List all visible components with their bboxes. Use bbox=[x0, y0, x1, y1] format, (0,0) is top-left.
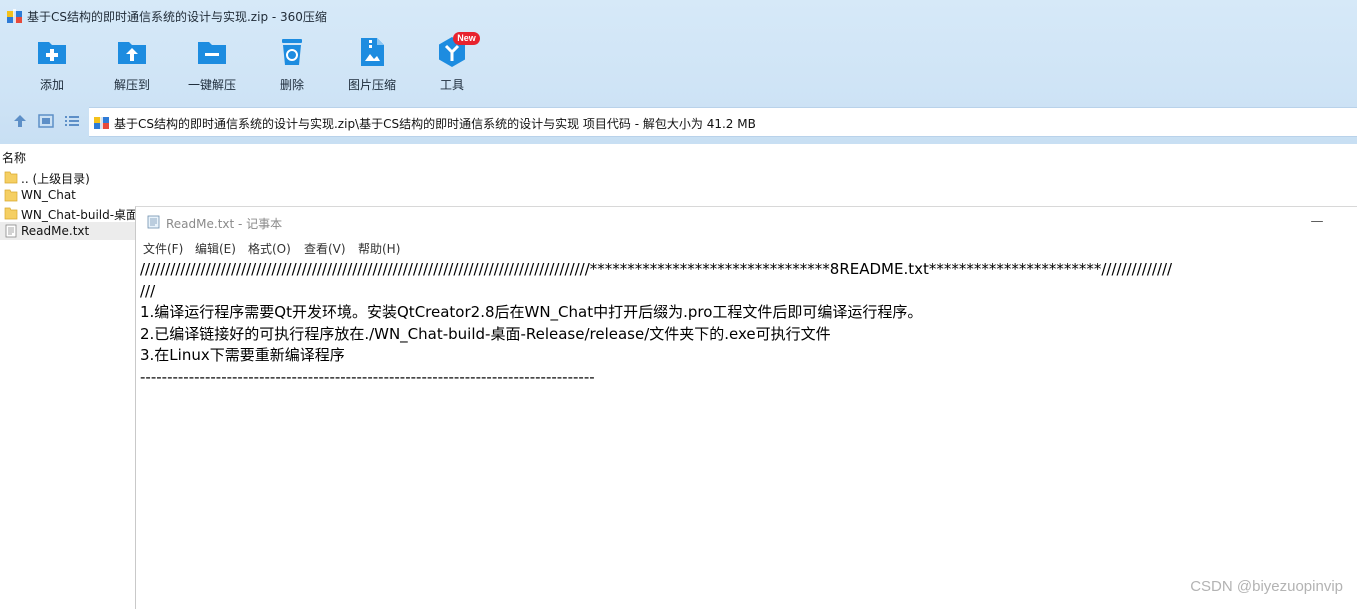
menu-format[interactable]: 格式(O) bbox=[248, 240, 291, 257]
tools-label: 工具 bbox=[439, 78, 464, 92]
title-bar: 基于CS结构的即时通信系统的设计与实现.zip - 360压缩 bbox=[0, 0, 1357, 32]
text-line: /// bbox=[140, 281, 156, 300]
address-bar[interactable]: 基于CS结构的即时通信系统的设计与实现.zip\基于CS结构的即时通信系统的设计… bbox=[89, 107, 1357, 137]
one-click-extract-icon bbox=[198, 42, 226, 64]
image-compress-button[interactable]: 图片压缩 bbox=[332, 36, 412, 93]
text-line: 3.在Linux下需要重新编译程序 bbox=[140, 346, 345, 364]
archive-app-icon bbox=[7, 9, 22, 23]
text-line: ////////////////////////////////////////… bbox=[140, 260, 1173, 278]
up-arrow-icon[interactable] bbox=[11, 112, 29, 130]
minimize-button[interactable]: — bbox=[1306, 211, 1328, 233]
one-click-extract-label: 一键解压 bbox=[187, 78, 236, 92]
menu-help[interactable]: 帮助(H) bbox=[358, 240, 400, 257]
menu-file[interactable]: 文件(F) bbox=[143, 240, 183, 257]
toolbar: 添加 解压到 一键解压 删除 图片压缩 工具 bbox=[0, 36, 1357, 98]
text-file-icon bbox=[5, 224, 17, 238]
file-row-wn-chat[interactable]: WN_Chat bbox=[0, 186, 136, 204]
extract-to-label: 解压到 bbox=[113, 78, 150, 92]
name-column-header[interactable]: 名称 bbox=[0, 148, 1357, 166]
delete-icon bbox=[282, 39, 302, 65]
text-line: ----------------------------------------… bbox=[140, 367, 595, 386]
archive-icon bbox=[94, 115, 109, 129]
extract-to-button[interactable]: 解压到 bbox=[92, 36, 172, 93]
notepad-title-bar[interactable]: ReadMe.txt - 记事本 — bbox=[136, 207, 1357, 237]
one-click-extract-button[interactable]: 一键解压 bbox=[172, 36, 252, 93]
menu-edit[interactable]: 编辑(E) bbox=[195, 240, 236, 257]
window-title: 基于CS结构的即时通信系统的设计与实现.zip - 360压缩 bbox=[27, 10, 327, 24]
file-name: .. (上级目录) bbox=[21, 172, 90, 186]
address-row: 基于CS结构的即时通信系统的设计与实现.zip\基于CS结构的即时通信系统的设计… bbox=[0, 106, 1357, 137]
file-row-parent-dir[interactable]: .. (上级目录) bbox=[0, 168, 136, 186]
folder-icon bbox=[4, 207, 18, 220]
file-list: .. (上级目录) WN_Chat WN_Chat-build-桌面 ReadM… bbox=[0, 168, 136, 240]
text-line: 2.已编译链接好的可执行程序放在./WN_Chat-build-桌面-Relea… bbox=[140, 324, 831, 343]
delete-label: 删除 bbox=[279, 78, 304, 92]
thumbnail-view-icon[interactable] bbox=[37, 112, 55, 130]
tools-button[interactable]: 工具 bbox=[412, 36, 492, 93]
delete-button[interactable]: 删除 bbox=[252, 36, 332, 93]
notepad-title: ReadMe.txt - 记事本 bbox=[166, 217, 283, 231]
csdn-watermark: CSDN @biyezuopinvip bbox=[1190, 578, 1343, 595]
new-badge: New bbox=[453, 32, 480, 45]
menu-view[interactable]: 查看(V) bbox=[304, 240, 346, 257]
add-label: 添加 bbox=[39, 78, 64, 92]
file-row-readme[interactable]: ReadMe.txt bbox=[0, 222, 136, 240]
notepad-menu-bar: 文件(F) 编辑(E) 格式(O) 查看(V) 帮助(H) bbox=[136, 238, 1357, 258]
folder-icon bbox=[4, 189, 18, 202]
file-name: ReadMe.txt bbox=[21, 224, 90, 238]
folder-icon bbox=[4, 171, 18, 184]
file-name: WN_Chat bbox=[21, 188, 76, 202]
list-view-icon[interactable] bbox=[63, 112, 81, 130]
image-compress-icon bbox=[361, 38, 384, 66]
file-row-wn-chat-build[interactable]: WN_Chat-build-桌面 bbox=[0, 204, 136, 222]
app-header: 基于CS结构的即时通信系统的设计与实现.zip - 360压缩 添加 解压到 一… bbox=[0, 0, 1357, 144]
add-button[interactable]: 添加 bbox=[12, 36, 92, 93]
extract-to-icon bbox=[118, 42, 146, 64]
address-path: 基于CS结构的即时通信系统的设计与实现.zip\基于CS结构的即时通信系统的设计… bbox=[114, 117, 756, 131]
text-line: 1.编译运行程序需要Qt开发环境。安装QtCreator2.8后在WN_Chat… bbox=[140, 303, 923, 321]
name-column-label: 名称 bbox=[2, 151, 27, 165]
image-compress-label: 图片压缩 bbox=[347, 78, 396, 92]
notepad-window: ReadMe.txt - 记事本 — 文件(F) 编辑(E) 格式(O) 查看(… bbox=[135, 206, 1357, 609]
file-name: WN_Chat-build-桌面 bbox=[21, 208, 136, 222]
notepad-icon bbox=[147, 215, 160, 229]
add-icon bbox=[38, 42, 66, 64]
notepad-text-area[interactable]: ////////////////////////////////////////… bbox=[140, 259, 1357, 599]
